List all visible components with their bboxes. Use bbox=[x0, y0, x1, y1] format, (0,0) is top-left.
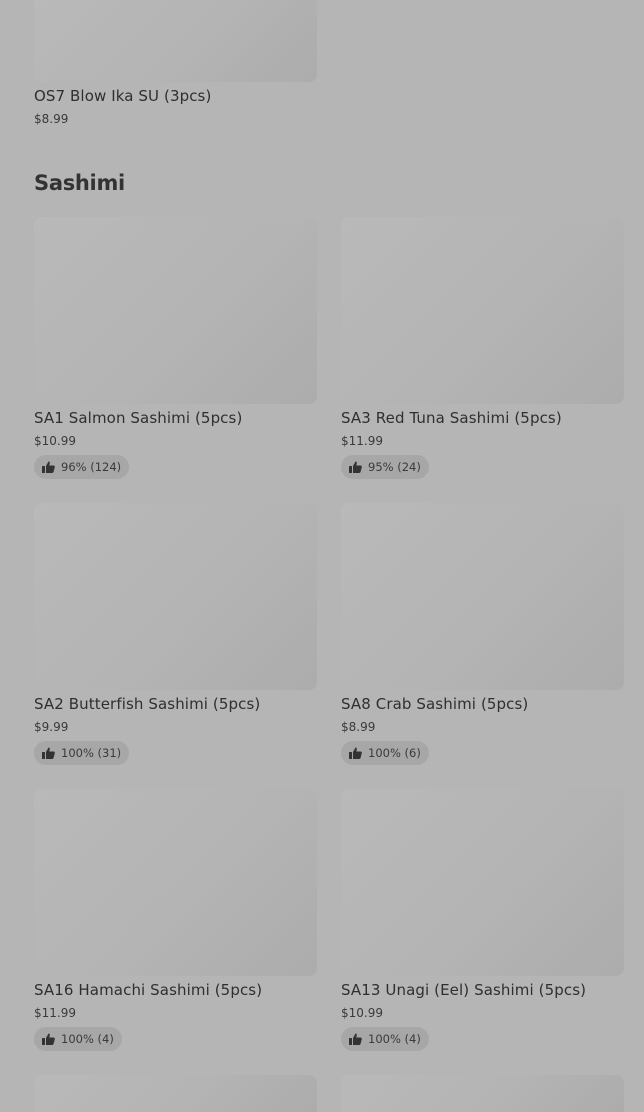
item-name: SA8 Crab Sashimi (5pcs) bbox=[341, 695, 529, 713]
item-price: $8.99 bbox=[34, 112, 69, 126]
thumbs-up-icon bbox=[349, 747, 362, 759]
thumbs-up-icon bbox=[349, 461, 362, 473]
item-image bbox=[341, 217, 624, 404]
item-image bbox=[34, 503, 317, 690]
item-image bbox=[34, 0, 317, 82]
rating-text: 100% (31) bbox=[61, 746, 122, 760]
rating-text: 100% (4) bbox=[368, 1032, 421, 1046]
rating-text: 100% (4) bbox=[61, 1032, 114, 1046]
item-image bbox=[341, 503, 624, 690]
section-title: Sashimi bbox=[34, 171, 125, 195]
rating-badge: 95% (24) bbox=[341, 455, 429, 479]
item-name: SA13 Unagi (Eel) Sashimi (5pcs) bbox=[341, 981, 587, 999]
item-image[interactable] bbox=[34, 1075, 317, 1112]
thumbs-up-icon bbox=[42, 461, 55, 473]
thumbs-up-icon bbox=[42, 1033, 55, 1045]
item-name: SA1 Salmon Sashimi (5pcs) bbox=[34, 409, 243, 427]
item-image bbox=[34, 789, 317, 976]
item-price: $10.99 bbox=[341, 1006, 383, 1020]
item-price: $8.99 bbox=[341, 720, 376, 734]
rating-badge: 100% (4) bbox=[34, 1027, 122, 1051]
rating-badge: 96% (124) bbox=[34, 455, 130, 479]
thumbs-up-icon bbox=[42, 747, 55, 759]
rating-text: 100% (6) bbox=[368, 746, 421, 760]
item-image[interactable] bbox=[341, 1075, 624, 1112]
thumbs-up-icon bbox=[349, 1033, 362, 1045]
item-image bbox=[34, 217, 317, 404]
rating-badge: 100% (31) bbox=[34, 741, 130, 765]
rating-badge: 100% (6) bbox=[341, 741, 429, 765]
item-price: $10.99 bbox=[34, 434, 76, 448]
rating-badge: 100% (4) bbox=[341, 1027, 429, 1051]
rating-text: 95% (24) bbox=[368, 460, 421, 474]
item-name: SA3 Red Tuna Sashimi (5pcs) bbox=[341, 409, 562, 427]
item-price: $11.99 bbox=[341, 434, 383, 448]
item-name: SA2 Butterfish Sashimi (5pcs) bbox=[34, 695, 261, 713]
menu-item-card[interactable]: OS7 Blow Ika SU (3pcs) $8.99 bbox=[0, 0, 320, 130]
item-price: $11.99 bbox=[34, 1006, 76, 1020]
rating-text: 96% (124) bbox=[61, 460, 122, 474]
item-price: $9.99 bbox=[34, 720, 69, 734]
item-name: OS7 Blow Ika SU (3pcs) bbox=[34, 87, 212, 105]
item-name: SA16 Hamachi Sashimi (5pcs) bbox=[34, 981, 263, 999]
item-image bbox=[341, 789, 624, 976]
